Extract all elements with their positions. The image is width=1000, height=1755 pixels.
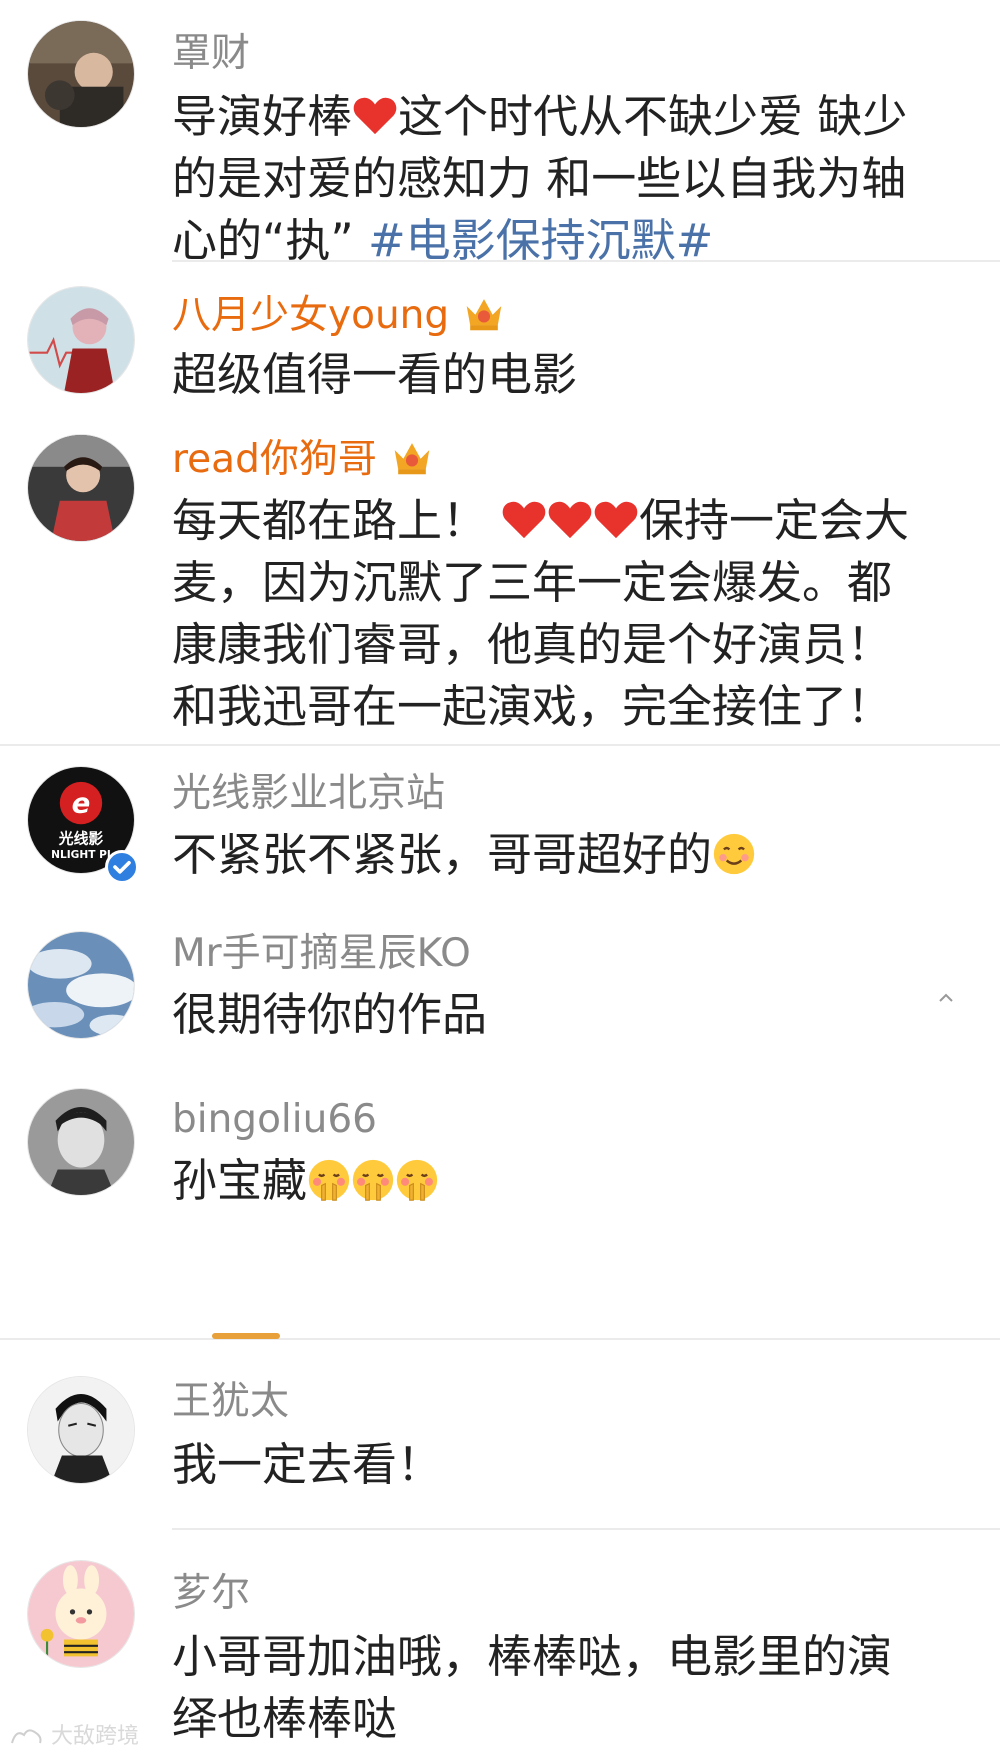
comment-text-line: 不紧张不紧张，哥哥超好的 [172, 828, 713, 881]
comment-text-line: 导演好棒 [172, 90, 353, 143]
comment-text-line: 孙宝藏 [172, 1154, 308, 1207]
comment-item: 罩财 导演好棒 这个时代从不缺少爱 缺少 的是对爱的感知力 和一些以自我为轴 心的… [0, 0, 1000, 267]
comment-username[interactable]: Mr手可摘星辰KO [172, 930, 471, 978]
blush-emoji-icon [396, 1159, 438, 1201]
user-avatar[interactable] [27, 1088, 135, 1196]
blush-emoji-icon [308, 1159, 350, 1201]
comment-text: 我一定去看！ [172, 1438, 443, 1491]
heart-icon [548, 501, 592, 539]
watermark-text: 大敌跨境 [51, 1724, 140, 1749]
blush-emoji-icon [352, 1159, 394, 1201]
watermark-logo-icon [11, 1729, 42, 1744]
comment-username[interactable]: 光线影业北京站 [172, 770, 445, 818]
comment-item: 八月少女young 超级值得一看的电影 [0, 262, 1000, 412]
comment-item: 王犹太 我一定去看！ [0, 1340, 1000, 1530]
comment-username[interactable]: 罩财 [172, 30, 250, 78]
heart-icon [594, 501, 638, 539]
vip-crown-icon [466, 299, 502, 331]
heart-icon [353, 97, 397, 135]
avatar-logo-subtext: NLIGHT PI [51, 849, 111, 861]
comment-text: 孙宝藏 [172, 1150, 982, 1212]
heart-icon [502, 501, 546, 539]
comment-text: 很期待你的作品 [172, 988, 488, 1041]
comment-username[interactable]: 八月少女young [172, 292, 505, 340]
comment-text-line: 绎也棒棒哒 [172, 1692, 398, 1745]
comment-text: 小哥哥加油哦，棒棒哒，电影里的演 绎也棒棒哒 [172, 1626, 982, 1750]
comment-item: bingoliu66 孙宝藏 [0, 1066, 1000, 1340]
avatar-image [28, 1377, 134, 1483]
svg-text:e: e [72, 788, 91, 820]
comment-username[interactable]: 王犹太 [172, 1378, 289, 1426]
comment-text-line: 的是对爱的感知力 和一些以自我为轴 [172, 152, 907, 205]
avatar-image [28, 435, 134, 541]
user-avatar[interactable] [27, 1376, 135, 1484]
user-avatar[interactable] [27, 20, 135, 128]
verified-badge-icon [105, 850, 139, 884]
user-avatar[interactable] [27, 1560, 135, 1668]
comment-item: read你狗哥 每天都在路上！ 保持一定会大 麦，因为沉默了三年一定会爆发。都 康… [0, 412, 1000, 746]
comment-text: 超级值得一看的电影 [172, 348, 578, 401]
user-avatar[interactable] [27, 286, 135, 394]
avatar-image [28, 287, 134, 393]
comment-text-line: 每天都在路上！ [172, 494, 488, 547]
comment-text-line: 这个时代从不缺少爱 缺少 [398, 90, 908, 143]
username-text: read你狗哥 [172, 437, 377, 482]
comment-username[interactable]: bingoliu66 [172, 1096, 377, 1144]
comment-text-line: 小哥哥加油哦，棒棒哒，电影里的演 [172, 1630, 893, 1683]
comment-text-line: 康康我们睿哥，他真的是个好演员！ [172, 618, 893, 671]
comment-item: Mr手可摘星辰KO 很期待你的作品 [0, 906, 1000, 1066]
comment-username[interactable]: 芗尔 [172, 1570, 250, 1618]
avatar-image [28, 932, 134, 1038]
comment-text-line: 保持一定会大 [639, 494, 910, 547]
comment-text-line: 麦，因为沉默了三年一定会爆发。都 [172, 556, 893, 609]
user-avatar[interactable] [27, 931, 135, 1039]
vip-crown-icon [394, 443, 430, 475]
comment-text: 每天都在路上！ 保持一定会大 麦，因为沉默了三年一定会爆发。都 康康我们睿哥，他真… [172, 490, 982, 738]
watermark: 大敌跨境 [10, 1718, 139, 1750]
comment-item: 芗尔 小哥哥加油哦，棒棒哒，电影里的演 绎也棒棒哒 [0, 1530, 1000, 1755]
avatar-image [28, 21, 134, 127]
comment-text: 不紧张不紧张，哥哥超好的 [172, 824, 982, 886]
comment-username[interactable]: read你狗哥 [172, 436, 433, 484]
avatar-image [28, 1089, 134, 1195]
comment-text: 导演好棒 这个时代从不缺少爱 缺少 的是对爱的感知力 和一些以自我为轴 心的“执”… [172, 86, 982, 272]
tab-indicator [212, 1333, 280, 1339]
avatar-logo-text: 光线影 [58, 829, 104, 847]
avatar-image [28, 1561, 134, 1667]
username-text: 八月少女young [172, 293, 450, 338]
comment-text-line: 和我迅哥在一起演戏，完全接住了！ [172, 680, 893, 733]
comment-item: e 光线影 NLIGHT PI 光线影业北京站 不紧张不紧张，哥哥超好的 [0, 746, 1000, 906]
smile-emoji-icon [713, 833, 755, 875]
user-avatar[interactable] [27, 434, 135, 542]
